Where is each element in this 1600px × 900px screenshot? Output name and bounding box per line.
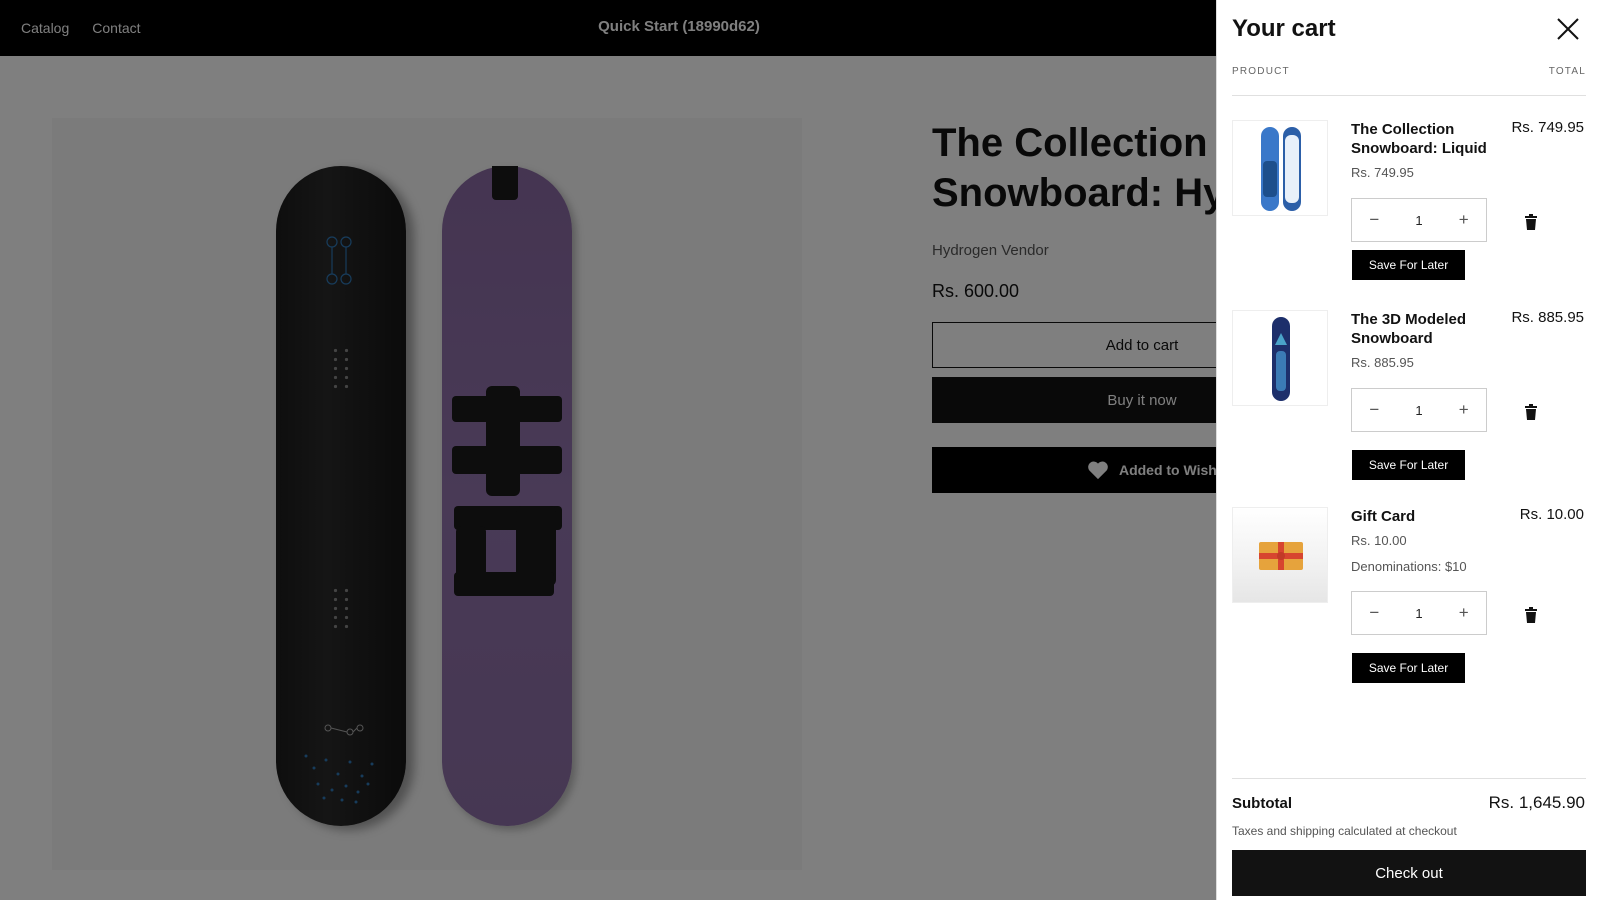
quantity-value[interactable]: 1 (1397, 213, 1442, 228)
cart-title: Your cart (1232, 15, 1336, 42)
column-total: TOTAL (1548, 66, 1586, 77)
decrease-quantity-button[interactable]: − (1352, 603, 1397, 623)
divider (1232, 778, 1586, 779)
subtotal-value: Rs. 1,645.90 (1488, 793, 1585, 812)
cart-column-headers: PRODUCT TOTAL (1232, 66, 1586, 77)
quantity-stepper: − 1 + (1351, 388, 1487, 432)
decrease-quantity-button[interactable]: − (1352, 210, 1397, 230)
3d-snowboard-thumbnail (1272, 317, 1290, 401)
trash-icon[interactable] (1524, 607, 1538, 623)
cart-item-price: Rs. 749.95 (1351, 165, 1414, 180)
checkout-button[interactable]: Check out (1232, 850, 1586, 896)
increase-quantity-button[interactable]: + (1441, 603, 1486, 623)
cart-item-total: Rs. 10.00 (1519, 506, 1584, 523)
cart-item-price: Rs. 885.95 (1351, 355, 1414, 370)
save-for-later-button[interactable]: Save For Later (1352, 250, 1465, 280)
cart-item-name[interactable]: The Collection Snowboard: Liquid (1351, 120, 1499, 158)
quantity-stepper: − 1 + (1351, 591, 1487, 635)
gift-card-thumbnail (1259, 542, 1303, 570)
subtotal-label: Subtotal (1232, 795, 1292, 812)
cart-item-price: Rs. 10.00 (1351, 533, 1407, 548)
save-for-later-button[interactable]: Save For Later (1352, 653, 1465, 683)
quantity-value[interactable]: 1 (1397, 606, 1442, 621)
cart-item-variant: Denominations: $10 (1351, 559, 1467, 574)
cart-item-name[interactable]: The 3D Modeled Snowboard (1351, 310, 1499, 348)
quantity-value[interactable]: 1 (1397, 403, 1442, 418)
quantity-stepper: − 1 + (1351, 198, 1487, 242)
cart-drawer: Your cart PRODUCT TOTAL The Collection S… (1216, 0, 1600, 900)
trash-icon[interactable] (1524, 404, 1538, 420)
divider (1232, 95, 1586, 96)
cart-item-image[interactable] (1232, 120, 1328, 216)
trash-icon[interactable] (1524, 214, 1538, 230)
cart-item-total: Rs. 749.95 (1511, 119, 1584, 136)
close-icon[interactable] (1553, 14, 1583, 44)
liquid-snowboard-thumbnail (1261, 127, 1301, 211)
cart-item-name[interactable]: Gift Card (1351, 507, 1499, 526)
save-for-later-button[interactable]: Save For Later (1352, 450, 1465, 480)
tax-note: Taxes and shipping calculated at checkou… (1232, 824, 1457, 838)
increase-quantity-button[interactable]: + (1441, 400, 1486, 420)
cart-item-total: Rs. 885.95 (1511, 309, 1584, 326)
decrease-quantity-button[interactable]: − (1352, 400, 1397, 420)
cart-item-image[interactable] (1232, 507, 1328, 603)
increase-quantity-button[interactable]: + (1441, 210, 1486, 230)
column-product: PRODUCT (1232, 66, 1290, 77)
cart-item-image[interactable] (1232, 310, 1328, 406)
